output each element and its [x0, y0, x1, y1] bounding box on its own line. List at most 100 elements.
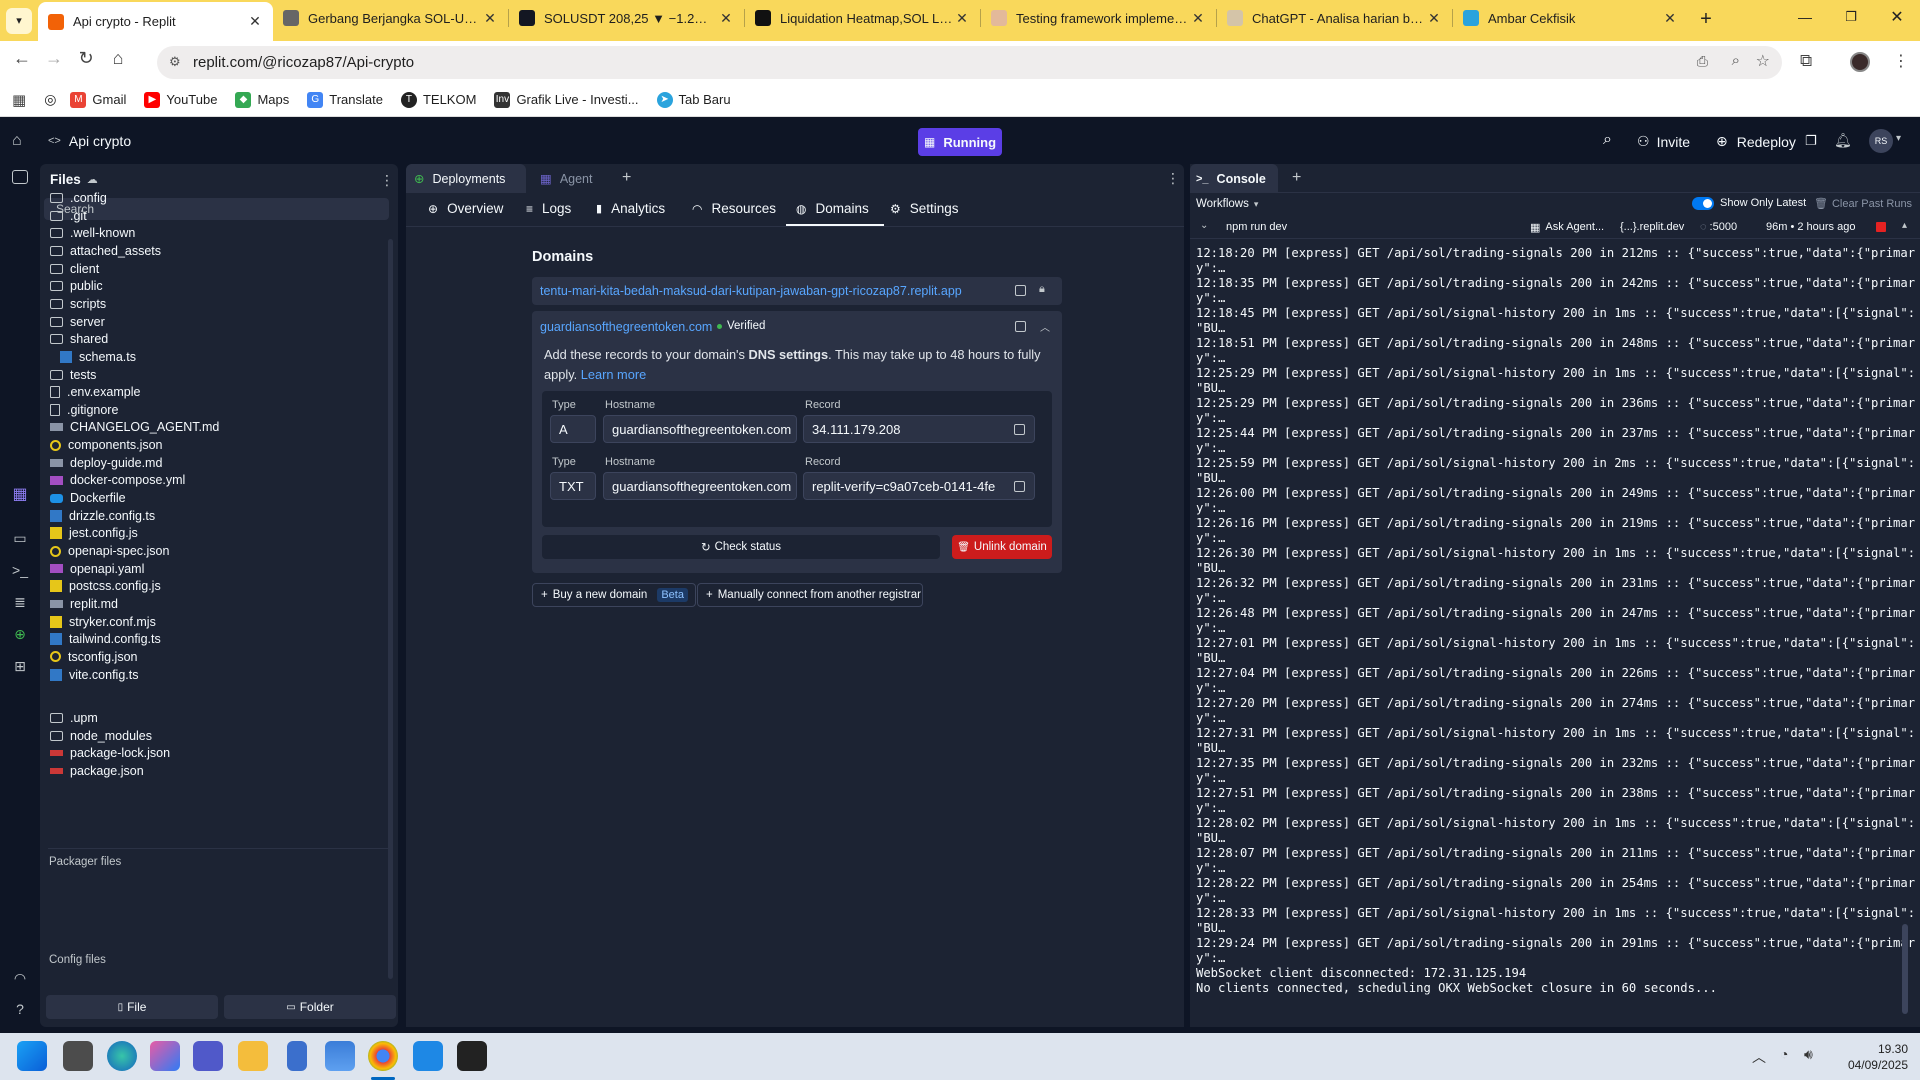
unlink-domain-button[interactable]: 🗑︎ Unlink domain — [952, 535, 1052, 559]
replit-domain-link[interactable]: tentu-mari-kita-bedah-maksud-dari-kutipa… — [540, 284, 962, 298]
app-icon[interactable] — [457, 1041, 487, 1071]
terminal-icon[interactable]: >_ — [10, 562, 30, 582]
home-icon[interactable]: ⌂ — [12, 132, 22, 150]
ask-agent-button[interactable]: ▦ Ask Agent... — [1530, 221, 1604, 234]
tab-search-button[interactable]: ▾ — [0, 0, 38, 41]
copy-icon[interactable] — [1014, 424, 1025, 435]
invite-button[interactable]: ⚇ Invite — [1637, 133, 1690, 150]
task-view-icon[interactable] — [63, 1041, 93, 1071]
signal-icon[interactable]: ◠ — [10, 970, 30, 990]
stop-button[interactable] — [1876, 222, 1886, 232]
tab-agent[interactable]: ▦ Agent — [534, 164, 624, 193]
browser-tab[interactable]: Testing framework implementa ✕ — [981, 1, 1216, 35]
copy-icon[interactable] — [1015, 321, 1026, 332]
record-value-field[interactable]: 34.111.179.208 — [803, 415, 1035, 443]
close-tab-icon[interactable]: ✕ — [718, 10, 734, 27]
clear-past-runs-button[interactable]: 🗑︎ Clear Past Runs — [1814, 197, 1912, 210]
chevron-down-icon[interactable]: ⌄ — [1200, 220, 1208, 231]
chevron-down-icon[interactable]: ▾ — [1896, 133, 1901, 144]
bookmark-youtube[interactable]: ▶ YouTube — [144, 91, 217, 108]
browser-tab[interactable]: Liquidation Heatmap,SOL Liqu ✕ — [745, 1, 980, 35]
wifi-icon[interactable]: ◔ — [1780, 1046, 1788, 1062]
learn-more-link[interactable]: Learn more — [581, 367, 646, 382]
bookmark-translate[interactable]: G Translate — [307, 91, 383, 108]
port-indicator[interactable]: ◌:5000 — [1700, 221, 1737, 233]
reload-button[interactable]: ↻ — [70, 48, 102, 69]
edge-icon[interactable] — [107, 1041, 137, 1071]
address-bar[interactable]: ⚙ replit.com/@ricozap87/Api-crypto ⎙ ⌕ ☆ — [157, 46, 1782, 79]
deployments-icon[interactable]: ⊕ — [10, 626, 30, 646]
start-button[interactable] — [17, 1041, 47, 1071]
custom-domain-link[interactable]: guardiansofthegreentoken.com — [540, 320, 712, 334]
close-window-button[interactable]: ✕ — [1874, 7, 1920, 27]
help-icon[interactable]: ? — [10, 1001, 30, 1021]
back-button[interactable]: ← — [6, 48, 38, 69]
search-icon[interactable]: ⌕ — [1603, 131, 1612, 149]
bookmark-gmail[interactable]: M Gmail — [70, 91, 126, 108]
preview-icon[interactable]: ▭ — [10, 530, 30, 550]
close-tab-icon[interactable]: ✕ — [1662, 10, 1678, 27]
add-tab-button[interactable]: + — [1292, 169, 1301, 187]
volume-icon[interactable]: 🔊︎ — [1804, 1046, 1813, 1063]
file-item[interactable]: package.json — [50, 761, 144, 781]
bookmark-telkom[interactable]: T TELKOM — [400, 91, 476, 108]
workflows-dropdown[interactable]: Workflows ▾ — [1196, 198, 1258, 210]
tab-console[interactable]: >_ Console — [1190, 164, 1278, 193]
apps-icon[interactable]: ▦ — [10, 484, 30, 504]
record-hostname-field[interactable]: guardiansofthegreentoken.com — [603, 472, 797, 500]
copy-icon[interactable] — [1015, 285, 1026, 296]
restore-button[interactable]: ❐ — [1828, 9, 1874, 25]
subtab-domains[interactable]: ◍ Domains — [796, 201, 869, 216]
new-tab-button[interactable]: + — [1688, 2, 1724, 36]
site-info-icon[interactable]: ⚙ — [169, 54, 181, 70]
record-type-field[interactable]: A — [550, 415, 596, 443]
subtab-settings[interactable]: ⚙ Settings — [890, 201, 959, 216]
bookmark-investing[interactable]: Inv Grafik Live - Investi... — [494, 91, 639, 108]
browser-tab[interactable]: SOLUSDT 208,25 ▼ −1.2% RCZ ✕ — [509, 1, 744, 35]
close-tab-icon[interactable]: ✕ — [1426, 10, 1442, 27]
bookmark-maps[interactable]: ◆ Maps — [235, 91, 289, 108]
avatar[interactable]: RS — [1869, 129, 1893, 153]
star-icon[interactable]: ☆ — [1756, 51, 1770, 71]
more-options-icon[interactable]: ⋮ — [1166, 170, 1180, 187]
file-item[interactable]: vite.config.ts — [50, 665, 138, 685]
subtab-logs[interactable]: ≡ Logs — [526, 201, 571, 216]
subtab-overview[interactable]: ⊕ Overview — [428, 201, 503, 216]
run-status-button[interactable]: ▦ Running — [918, 128, 1002, 156]
zoom-icon[interactable]: ⌕ — [1732, 52, 1740, 69]
bell-icon[interactable]: 🔔︎ — [1834, 132, 1852, 149]
teams-icon[interactable] — [193, 1041, 223, 1071]
record-type-field[interactable]: TXT — [550, 472, 596, 500]
apps-grid-icon[interactable]: ▦ — [12, 91, 26, 109]
manual-connect-button[interactable]: + Manually connect from another registrar — [697, 583, 923, 607]
forward-button[interactable]: → — [38, 48, 70, 69]
chatgpt-icon[interactable]: ◎ — [44, 91, 56, 108]
config-files-title[interactable]: Config files — [49, 954, 106, 966]
redeploy-button[interactable]: ⊕ Redeploy — [1716, 133, 1796, 150]
chevron-up-icon[interactable]: ︿ — [1040, 319, 1050, 334]
browser-tab[interactable]: Ambar Cekfisik ✕ — [1453, 1, 1688, 35]
clock[interactable]: 19.30 04/09/2025 — [1832, 1041, 1908, 1073]
close-tab-icon[interactable]: ✕ — [482, 10, 498, 27]
scroll-up-icon[interactable]: ▴ — [1902, 220, 1907, 231]
more-options-icon[interactable]: ⋮ — [380, 172, 394, 189]
all-tools-icon[interactable]: ⊞ — [10, 658, 30, 678]
project-name-button[interactable]: <> Api crypto — [48, 133, 131, 149]
scrollbar[interactable] — [1902, 924, 1908, 1014]
browser-tab[interactable]: Api crypto - Replit ✕ — [38, 2, 273, 41]
copilot-icon[interactable] — [150, 1041, 180, 1071]
chrome-icon[interactable] — [368, 1041, 398, 1071]
record-value-field[interactable]: replit-verify=c9a07ceb-0141-4fe — [803, 472, 1035, 500]
browser-tab[interactable]: ChatGPT - Analisa harian baru ✕ — [1217, 1, 1452, 35]
tab-deployments[interactable]: ⊕ Deployments — [406, 164, 526, 193]
menu-icon[interactable]: ⋮ — [1893, 51, 1909, 71]
record-hostname-field[interactable]: guardiansofthegreentoken.com — [603, 415, 797, 443]
close-tab-icon[interactable]: ✕ — [954, 10, 970, 27]
close-tab-icon[interactable]: ✕ — [1190, 10, 1206, 27]
extensions-icon[interactable]: ⧉ — [1800, 51, 1812, 71]
database-icon[interactable]: ≣ — [10, 594, 30, 614]
file-explorer-icon[interactable] — [238, 1041, 268, 1071]
scrollbar[interactable] — [388, 239, 393, 979]
home-button[interactable]: ⌂ — [102, 48, 134, 69]
console-output[interactable]: 12:18:20 PM [express] GET /api/sol/tradi… — [1190, 246, 1920, 1027]
